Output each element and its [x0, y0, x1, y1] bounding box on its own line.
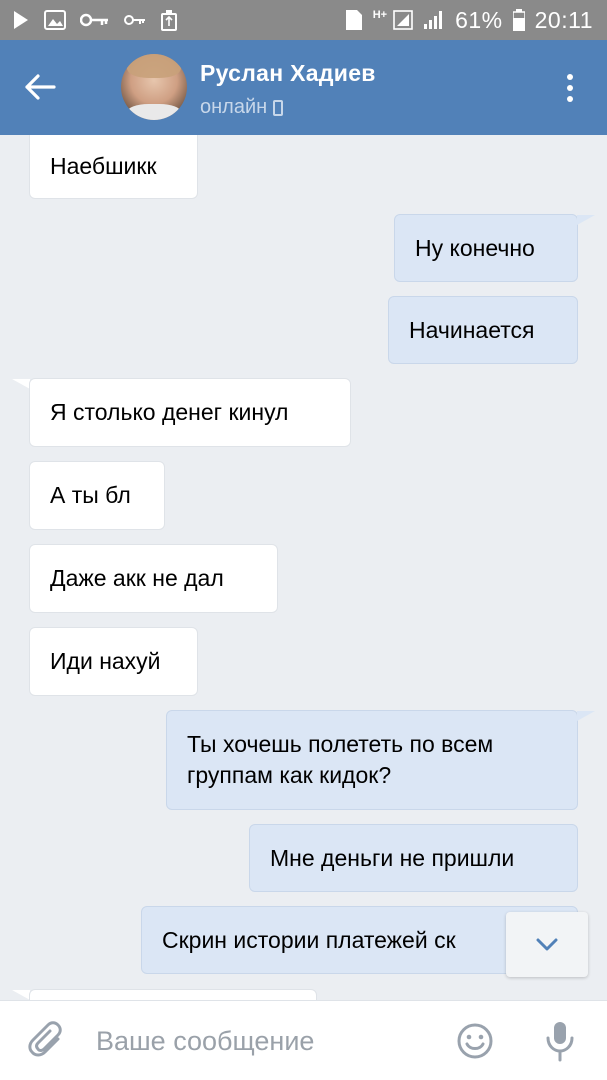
microphone-icon — [546, 1022, 574, 1062]
notification-icons — [12, 9, 178, 31]
message-text: Мне деньги не пришли — [270, 844, 515, 871]
message-text: Наебшикк — [50, 152, 157, 179]
emoji-button[interactable] — [456, 1022, 494, 1060]
message-text: Ну конечно — [415, 234, 535, 261]
data-arrows-icon — [393, 9, 413, 31]
attach-button[interactable] — [28, 1021, 68, 1061]
message-incoming[interactable]: Я столько денег кинул — [29, 378, 351, 447]
signal-icon — [423, 10, 445, 30]
contact-name[interactable]: Руслан Хадиев — [200, 60, 376, 87]
message-incoming[interactable]: Иди нахуй — [29, 627, 198, 696]
message-text: Даже акк не дал — [50, 565, 224, 591]
message-text: Я столько денег кинул — [50, 399, 289, 425]
message-outgoing[interactable]: Начинается — [388, 296, 578, 364]
message-outgoing[interactable]: Мне деньги не пришли — [249, 824, 578, 892]
smiley-icon — [457, 1023, 493, 1059]
key-small-icon — [124, 13, 146, 27]
more-vertical-icon — [567, 74, 573, 80]
play-icon — [12, 10, 30, 30]
paperclip-icon — [28, 1021, 62, 1057]
message-incoming[interactable]: Наебшикк — [29, 135, 198, 199]
message-outgoing[interactable]: Ну конечно — [394, 214, 578, 282]
message-outgoing[interactable]: Ты хочешь полететь по всем группам как к… — [166, 710, 578, 810]
network-type-label: H+ — [372, 9, 388, 21]
message-text: Иди нахуй — [50, 648, 161, 674]
battery-percent: 61% — [455, 6, 503, 33]
back-button[interactable] — [18, 65, 62, 109]
sim-icon — [345, 9, 363, 31]
message-composer — [0, 1000, 607, 1080]
battery-icon — [512, 9, 525, 31]
message-text: А ты бл — [50, 482, 131, 508]
contact-status: онлайн — [200, 96, 284, 119]
mobile-phone-icon — [273, 99, 284, 116]
message-text: Ты хочешь полететь по всем группам как к… — [187, 731, 494, 788]
message-text: Скрин истории платежей ск — [162, 926, 456, 953]
key-icon — [80, 12, 110, 28]
scroll-to-bottom-button[interactable] — [506, 912, 588, 977]
microphone-button[interactable] — [542, 1020, 578, 1062]
system-indicators: 1 H+ 61% 20:11 — [345, 7, 593, 34]
message-incoming[interactable] — [29, 989, 317, 1000]
message-incoming[interactable]: А ты бл — [29, 461, 165, 530]
arrow-left-icon — [25, 74, 56, 100]
status-bar: 1 H+ 61% 20:11 — [0, 0, 607, 40]
message-list[interactable]: Наебшикк Ну конечно Начинается Я столько… — [0, 135, 607, 1000]
more-menu-button[interactable] — [556, 68, 584, 108]
chevron-down-icon — [536, 938, 558, 950]
message-input[interactable] — [96, 1019, 436, 1063]
message-text: Начинается — [409, 316, 535, 343]
recycle-icon — [160, 9, 178, 31]
avatar[interactable] — [121, 54, 187, 120]
chat-header: Руслан Хадиев онлайн — [0, 40, 607, 135]
image-icon — [44, 10, 66, 30]
clock: 20:11 — [534, 6, 593, 33]
message-incoming[interactable]: Даже акк не дал — [29, 544, 278, 613]
contact-status-text: онлайн — [200, 96, 268, 118]
